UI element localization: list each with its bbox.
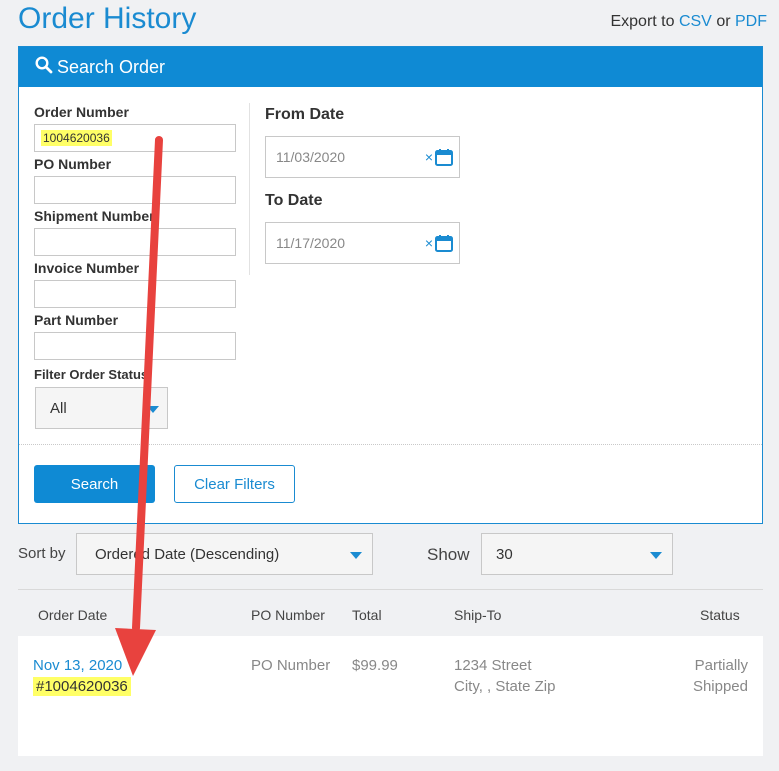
header-ship-to[interactable]: Ship-To (454, 607, 501, 623)
export-csv-link[interactable]: CSV (679, 13, 712, 30)
export-links: Export to CSV or PDF (610, 13, 767, 31)
search-panel-header[interactable]: Search Order (19, 47, 762, 87)
sort-by-value: Ordered Date (Descending) (95, 545, 280, 563)
header-order-date[interactable]: Order Date (38, 607, 107, 623)
to-date-input[interactable]: 11/17/2020 × (265, 222, 460, 264)
po-number-cell: PO Number (251, 657, 331, 674)
sort-by-select[interactable]: Ordered Date (Descending) (76, 533, 373, 575)
to-date-clear-icon[interactable]: × (425, 235, 433, 251)
table-row[interactable]: Nov 13, 2020 #1004620036 PO Number $99.9… (18, 636, 763, 756)
chevron-down-icon (650, 552, 662, 559)
shipment-number-label: Shipment Number (34, 208, 155, 224)
filter-status-value: All (50, 399, 67, 417)
po-number-label: PO Number (34, 156, 112, 172)
order-number-label: Order Number (34, 104, 129, 120)
page-header: Order History Export to CSV or PDF (0, 0, 779, 44)
filter-status-label: Filter Order Status (34, 367, 149, 382)
show-label: Show (427, 545, 470, 564)
show-count-select[interactable]: 30 (481, 533, 673, 575)
status-cell: Partially Shipped (693, 655, 748, 697)
invoice-number-label: Invoice Number (34, 260, 140, 276)
part-number-input[interactable] (34, 332, 236, 360)
chevron-down-icon (147, 406, 159, 413)
order-number-input[interactable]: 1004620036 (34, 124, 236, 152)
order-number-link[interactable]: #1004620036 (33, 677, 131, 696)
from-date-input[interactable]: 11/03/2020 × (265, 136, 460, 178)
page-title: Order History (18, 2, 197, 35)
export-or: or (716, 13, 731, 30)
search-order-panel: Search Order Order Number 1004620036 PO … (18, 46, 763, 524)
search-icon (35, 55, 57, 79)
shipment-number-input[interactable] (34, 228, 236, 256)
sort-by-label: Sort by (18, 545, 66, 562)
search-button[interactable]: Search (34, 465, 155, 503)
search-panel-title: Search Order (57, 56, 166, 77)
chevron-down-icon (350, 552, 362, 559)
ship-to-cell: 1234 Street City, , State Zip (454, 655, 555, 697)
header-total[interactable]: Total (352, 607, 382, 623)
show-count-value: 30 (496, 545, 513, 563)
status-line1: Partially (694, 657, 748, 674)
from-date-clear-icon[interactable]: × (425, 149, 433, 165)
clear-filters-button[interactable]: Clear Filters (174, 465, 295, 503)
export-prefix: Export to (610, 13, 675, 30)
order-date-cell[interactable]: Nov 13, 2020 #1004620036 (33, 655, 131, 697)
header-po-number[interactable]: PO Number (251, 607, 325, 623)
calendar-icon[interactable] (435, 234, 453, 255)
part-number-label: Part Number (34, 312, 119, 328)
order-date-link[interactable]: Nov 13, 2020 (33, 655, 131, 676)
status-line2: Shipped (692, 678, 748, 695)
to-date-value: 11/17/2020 (276, 235, 346, 251)
header-status[interactable]: Status (700, 607, 740, 623)
filter-status-select[interactable]: All (35, 387, 168, 429)
column-divider (249, 103, 250, 275)
ship-to-line1: 1234 Street (454, 657, 532, 674)
panel-divider (19, 444, 762, 445)
table-divider (18, 589, 763, 590)
po-number-input[interactable] (34, 176, 236, 204)
invoice-number-input[interactable] (34, 280, 236, 308)
total-cell: $99.99 (352, 657, 398, 674)
ship-to-line2: City, , State Zip (454, 678, 556, 695)
from-date-value: 11/03/2020 (276, 149, 346, 165)
to-date-label: To Date (265, 192, 323, 209)
calendar-icon[interactable] (435, 148, 453, 169)
from-date-label: From Date (265, 106, 345, 123)
export-pdf-link[interactable]: PDF (735, 13, 767, 30)
order-number-value: 1004620036 (41, 130, 112, 146)
